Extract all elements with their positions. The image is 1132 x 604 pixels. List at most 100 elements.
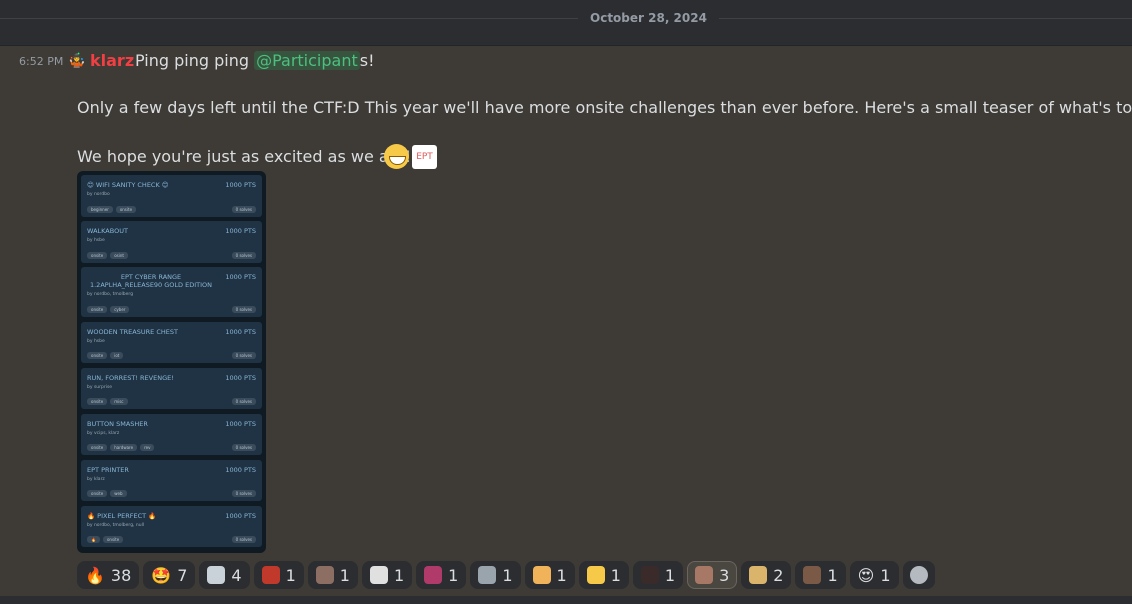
challenge-author: by nordbo, tmolberg [87,292,134,297]
custom-dog-photo-icon [803,566,822,584]
challenge-tag: web [110,490,127,497]
challenge-tags: onsite iot [87,352,124,359]
ept-emoji-icon: EPT [412,145,437,169]
reaction-button[interactable]: 1 [307,561,358,589]
challenge-tags: 🔥 onsite [87,536,124,543]
challenge-tag: onsite [87,398,108,405]
reaction-button[interactable]: 1 [632,561,684,589]
challenge-author: by nordbo [87,192,110,197]
reaction-count: 1 [880,565,891,585]
image-attachment[interactable]: 😊 WIFI SANITY CHECK 😊 1000 PTS by nordbo be… [77,171,266,553]
challenge-solves: 0 solves [231,398,256,405]
reaction-button[interactable]: 2 [741,561,792,589]
message-line-3: We hope you're just as excited as we are… [77,147,412,166]
challenge-solves: 0 solves [231,444,256,451]
challenge-author: by vcips, klarz [87,430,120,436]
challenge-tags: onsite misc [87,398,128,405]
custom-portrait-icon [207,566,226,584]
reaction-button[interactable]: 1 [578,561,629,589]
reaction-count: 1 [448,565,459,585]
reaction-count: 3 [719,565,730,585]
challenge-title: EPT CYBER RANGE 1.2APLHA_RELEASE90 GOLD … [89,273,213,289]
message-text: s! [359,51,375,70]
message-line-1: Ping ping ping @Participant s! [135,51,375,70]
challenge-tag: onsite [87,251,108,259]
author-name[interactable]: klarz [90,51,134,70]
custom-goat-icon [369,566,388,584]
challenge-title: BUTTON SMASHER [87,419,148,428]
challenge-tags: onsite osint [87,251,128,259]
reaction-count: 2 [773,565,784,585]
challenge-tag: beginner [87,205,113,213]
challenge-tags: onsite cyber [87,306,130,313]
challenge-points: 1000 PTS [225,181,256,189]
challenge-author: by klarz [87,476,105,482]
challenge-title: RUN, FORREST! REVENGE! [87,373,174,382]
reaction-button[interactable]: 3 [687,561,738,589]
challenge-tag: iot [110,352,124,359]
challenge-solves: 0 solves [231,536,256,543]
custom-red-figure-icon [261,566,280,584]
challenge-author: by surprise [87,384,113,390]
challenge-tags: beginner onsite [87,205,137,213]
challenge-tags: onsite web [87,490,127,497]
challenge-tag: misc [110,398,128,405]
reaction-count: 1 [610,565,621,585]
challenge-solves: 0 solves [231,490,256,497]
message-timestamp[interactable]: 6:52 PM [19,55,63,68]
challenge-title: EPT PRINTER [87,465,129,474]
reaction-button[interactable]: 1 [470,561,521,589]
challenge-tag: osint [110,251,128,259]
challenge-tag: onsite [87,490,108,497]
challenge-tag: onsite [102,536,124,543]
challenge-tag: onsite [87,306,108,313]
add-reaction-smiley-icon [909,566,928,584]
challenge-author: by hsbe [87,238,105,243]
custom-pink-glitch-icon [424,566,443,584]
reaction-button[interactable]: 4 [199,561,250,589]
reaction-button[interactable]: 1 [524,561,575,589]
challenge-points: 1000 PTS [225,373,256,382]
challenge-tag: rev [140,444,155,451]
challenge-points: 1000 PTS [225,465,256,474]
challenge-author: by hsbe [87,338,105,344]
message-text: Ping ping ping [135,51,255,70]
challenge-points: 1000 PTS [225,419,256,428]
challenge-solves: 0 solves [231,251,256,259]
challenge-tag: 🔥 [87,536,100,543]
reaction-button[interactable]: 🔥 38 [77,561,140,589]
challenge-solves: 0 solves [231,306,256,313]
challenge-tag: onsite [87,444,108,451]
custom-person-laptop-icon [532,566,551,584]
add-reaction-button[interactable] [902,561,935,589]
reaction-button[interactable]: 😍 1 [849,561,899,589]
reaction-button[interactable]: 1 [416,561,467,589]
role-mention[interactable]: @Participant [254,51,360,70]
custom-face-icon [315,566,334,584]
reaction-button[interactable]: 🤩 7 [143,561,196,589]
challenge-points: 1000 PTS [225,511,256,520]
reaction-button[interactable]: 1 [795,561,846,589]
challenge-tag: onsite [87,352,108,359]
challenge-points: 1000 PTS [225,327,256,336]
date-divider [0,18,1132,19]
reaction-emoji-icon: 😍 [857,565,875,585]
challenge-solves: 0 solves [231,352,256,359]
custom-dark-orb-icon [640,566,659,584]
reaction-count: 1 [339,565,350,585]
date-divider-label: October 28, 2024 [578,11,719,25]
custom-doge-icon [749,566,768,584]
reaction-button[interactable]: 1 [361,561,413,589]
author-avatar-icon[interactable]: 🤹 [68,53,85,69]
reaction-count: 1 [502,565,513,585]
challenge-card: 😊 WIFI SANITY CHECK 😊 1000 PTS by nordbo be… [81,175,262,217]
reaction-bar: 🔥 38 🤩 7 4 1 1 1 1 1 1 1 1 3 2 1 😍 1 [77,561,935,589]
challenge-tag: hardware [110,444,138,451]
challenge-solves: 0 solves [231,205,256,213]
custom-face-hushed-icon [586,566,605,584]
reaction-button[interactable]: 1 [253,561,304,589]
reaction-count: 4 [231,565,242,585]
challenge-title: 🔥 PIXEL PERFECT 🔥 [87,511,157,520]
challenge-tags: onsite hardware rev [87,444,155,451]
challenge-points: 1000 PTS [225,273,256,281]
